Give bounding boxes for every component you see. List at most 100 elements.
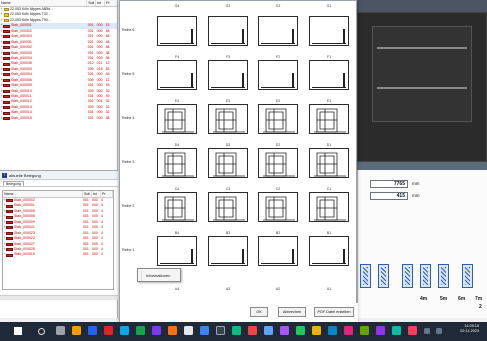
app-cyan-icon[interactable]	[328, 326, 337, 335]
col-header-name[interactable]: Name	[0, 0, 88, 6]
rack-slot[interactable]	[258, 192, 298, 222]
app-olive-icon[interactable]	[360, 326, 369, 335]
profile-bar-icon	[6, 199, 13, 203]
context-menu-information[interactable]: Informationen	[146, 273, 170, 278]
col-header-soll[interactable]: Soll	[87, 0, 97, 6]
ok-button[interactable]: OK	[250, 307, 268, 317]
app-teal-icon[interactable]	[392, 326, 401, 335]
app-purple-icon[interactable]	[280, 326, 289, 335]
rack-slot[interactable]	[309, 60, 349, 90]
rack-slot[interactable]	[208, 236, 248, 266]
rack-slot[interactable]	[258, 148, 298, 178]
profile-bar-icon	[6, 237, 13, 241]
tree-row[interactable]: + Stab_000015 001 000 38	[0, 116, 117, 121]
rack-slot[interactable]	[258, 236, 298, 266]
app-pink-icon[interactable]	[344, 326, 353, 335]
slot-label: A4	[174, 287, 180, 291]
col-header-ist[interactable]: Ist	[96, 0, 106, 6]
app-violet-icon[interactable]	[376, 326, 385, 335]
app-lightblue-icon[interactable]	[264, 326, 273, 335]
outlook-icon[interactable]	[120, 326, 129, 335]
profile-bar-icon	[3, 29, 10, 33]
rack-slot-icon[interactable]	[360, 264, 371, 288]
profile-stand-icon	[241, 249, 244, 263]
rack-slot-icon[interactable]	[378, 264, 389, 288]
window-frame-icon	[314, 108, 346, 133]
slot-label: B4	[174, 231, 180, 235]
search-icon[interactable]	[38, 328, 45, 335]
network-icon[interactable]	[424, 328, 430, 334]
volume-icon[interactable]	[436, 328, 442, 334]
profile-bar-icon	[6, 210, 13, 214]
rack-slot[interactable]	[157, 236, 197, 266]
app-rose-icon[interactable]	[408, 326, 417, 335]
slot-label-top: G3	[225, 4, 231, 8]
slot-label: E1	[326, 99, 332, 103]
windows-taskbar: 11:09:15 02.11.2023	[0, 322, 487, 341]
col-header-pr[interactable]: Pr	[105, 0, 117, 6]
rack-slot[interactable]	[208, 192, 248, 222]
windows-start-icon[interactable]	[14, 327, 22, 335]
rack-slot[interactable]	[309, 16, 349, 46]
horizontal-scrollbar[interactable]	[0, 295, 118, 300]
rack-slot[interactable]	[157, 148, 197, 178]
slot-base-line	[211, 87, 245, 88]
assignment-rows: + Stab_000002 001 000 4 + Stab_000001 001 000 4 + S…	[3, 198, 113, 258]
app-white-icon[interactable]	[184, 326, 193, 335]
app-red2-icon[interactable]	[248, 326, 257, 335]
tab-belegung[interactable]: Belegung	[3, 180, 24, 186]
rack-slot[interactable]	[157, 192, 197, 222]
width-input[interactable]: 415	[370, 192, 408, 200]
rack-slot[interactable]	[309, 148, 349, 178]
rack-slot[interactable]	[157, 104, 197, 134]
task-view-icon[interactable]	[56, 326, 65, 335]
profile-stand-icon	[342, 73, 345, 87]
slot-base-line	[312, 263, 346, 264]
assignment-col-soll[interactable]: Soll	[83, 191, 92, 197]
row-label-r5: Reihe 5	[122, 72, 135, 76]
assignment-col-name[interactable]: Name	[3, 191, 83, 197]
rack-slot[interactable]	[309, 236, 349, 266]
rack-slot[interactable]	[208, 60, 248, 90]
slot-label: B1	[326, 231, 332, 235]
rack-slot-icon[interactable]	[420, 264, 431, 288]
rack-slot[interactable]	[258, 104, 298, 134]
rack-slot-icon[interactable]	[402, 264, 413, 288]
window-frame-icon	[162, 196, 194, 221]
profile-bar-icon	[3, 51, 10, 55]
rack-slot[interactable]	[157, 16, 197, 46]
app-lime-icon[interactable]	[296, 326, 305, 335]
app-orange-icon[interactable]	[168, 326, 177, 335]
row-label-r4: Reihe 4	[122, 116, 135, 120]
app-red-icon[interactable]	[104, 326, 113, 335]
app-green-icon[interactable]	[232, 326, 241, 335]
edge-icon[interactable]	[88, 326, 97, 335]
rack-slot[interactable]	[309, 104, 349, 134]
slot-label: F4	[174, 55, 180, 59]
excel-icon[interactable]	[136, 326, 145, 335]
app-yellow-icon[interactable]	[312, 326, 321, 335]
explorer-icon[interactable]	[72, 326, 81, 335]
teams-icon[interactable]	[152, 326, 161, 335]
cancel-button[interactable]: Abbrechen	[278, 307, 306, 317]
rack-slot[interactable]	[208, 148, 248, 178]
assignment-col-pr[interactable]: Pr	[101, 191, 113, 197]
assignment-col-ist[interactable]: Ist	[92, 191, 101, 197]
app-blue-icon[interactable]	[200, 326, 209, 335]
taskbar-clock[interactable]: 11:09:15 02.11.2023	[460, 324, 479, 334]
rack-slot-icon[interactable]	[438, 264, 449, 288]
length-input[interactable]: 7765	[370, 180, 408, 188]
profile-bar-icon	[6, 242, 13, 246]
rack-slot[interactable]	[208, 16, 248, 46]
rack-slot[interactable]	[157, 60, 197, 90]
rack-slot[interactable]	[258, 16, 298, 46]
rack-slot[interactable]	[258, 60, 298, 90]
create-pdf-button[interactable]: PDF Datei erstellen	[314, 307, 354, 317]
rack-slot[interactable]	[208, 104, 248, 134]
app-gray-icon[interactable]	[216, 326, 225, 335]
window-frame-icon	[314, 196, 346, 221]
rack-slot[interactable]	[309, 192, 349, 222]
assignment-row[interactable]: + Stab_000019 001 000 4	[3, 252, 113, 257]
rack-slot-icon[interactable]	[462, 264, 473, 288]
tree-row-value-1: 001	[87, 115, 94, 120]
